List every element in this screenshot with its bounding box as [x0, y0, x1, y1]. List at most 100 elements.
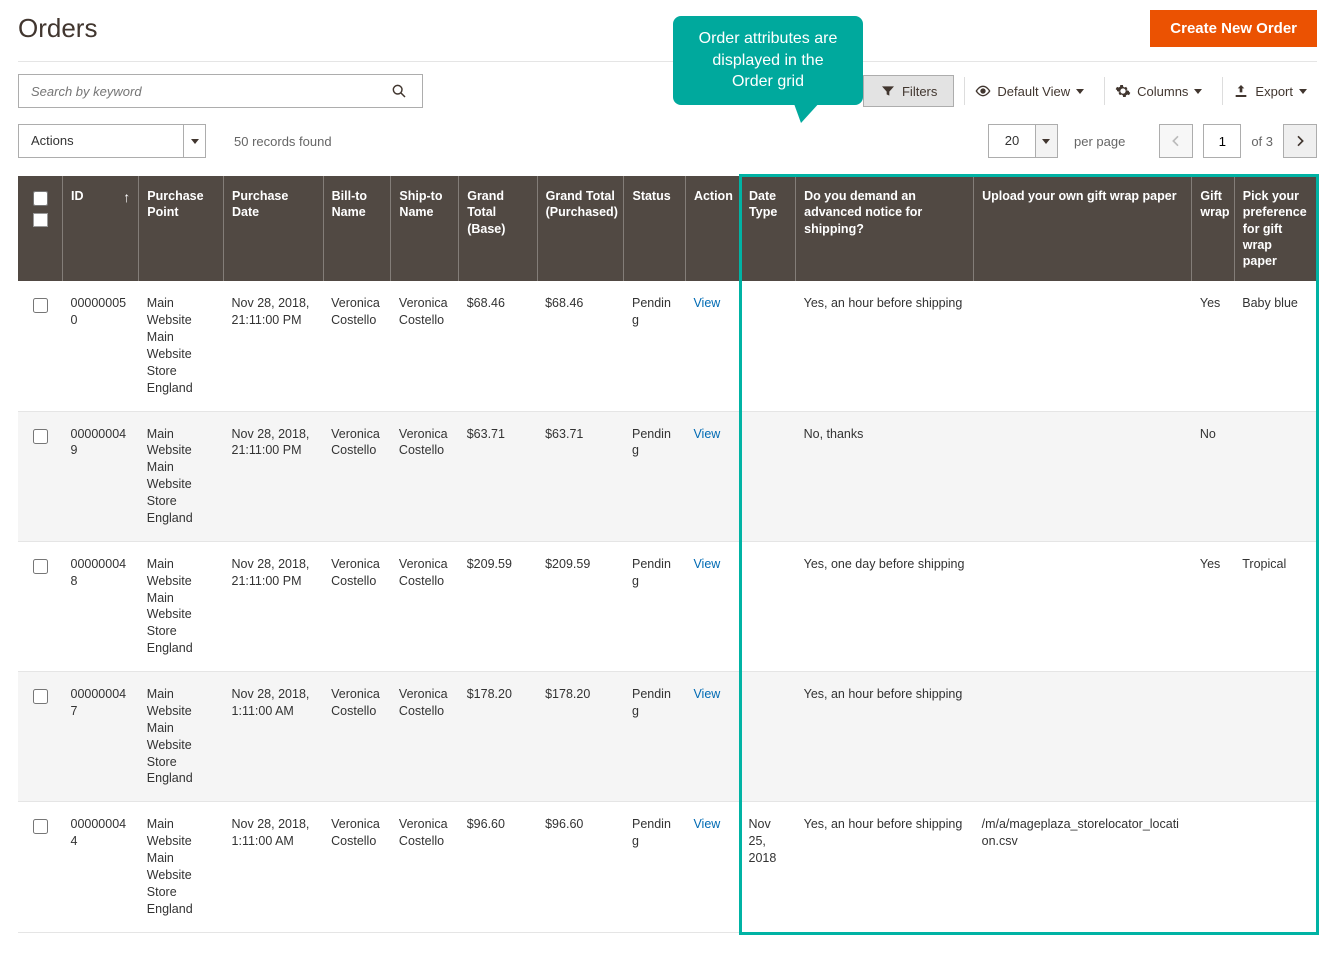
col-header-bill-to[interactable]: Bill-to Name [323, 176, 391, 281]
col-header-grand-total-base[interactable]: Grand Total (Base) [459, 176, 537, 281]
per-page-label: per page [1074, 134, 1125, 149]
table-row[interactable]: 000000047 Main Website Main Website Stor… [18, 672, 1317, 802]
row-checkbox[interactable] [33, 559, 48, 574]
table-row[interactable]: 000000048 Main Website Main Website Stor… [18, 541, 1317, 671]
cell-date-type [741, 541, 796, 671]
col-header-purchase-point[interactable]: Purchase Point [139, 176, 224, 281]
cell-advanced-notice: Yes, one day before shipping [796, 541, 974, 671]
chevron-right-icon [1292, 133, 1308, 149]
cell-status: Pending [624, 281, 685, 411]
filters-button[interactable]: Filters [863, 75, 954, 107]
cell-upload-wrap [974, 281, 1192, 411]
total-pages-text: of 3 [1251, 134, 1273, 149]
cell-purchase-date: Nov 28, 2018, 1:11:00 AM [224, 802, 324, 932]
col-header-status[interactable]: Status [624, 176, 685, 281]
create-new-order-button[interactable]: Create New Order [1150, 10, 1317, 47]
per-page-caret[interactable] [1035, 125, 1057, 157]
cell-gift-wrap: No [1192, 411, 1234, 541]
annotation-callout: Order attributes are displayed in the Or… [673, 16, 863, 105]
view-link[interactable]: View [693, 427, 720, 441]
export-icon [1233, 83, 1249, 99]
per-page-value: 20 [989, 125, 1035, 157]
funnel-icon [880, 83, 896, 99]
select-all-checkbox[interactable] [33, 191, 48, 206]
export-label: Export [1255, 84, 1293, 99]
cell-ship-to: Veronica Costello [391, 802, 459, 932]
chevron-down-icon [1194, 89, 1202, 94]
actions-dropdown-caret[interactable] [183, 125, 205, 157]
prev-page-button[interactable] [1159, 124, 1193, 158]
cell-bill-to: Veronica Costello [323, 411, 391, 541]
cell-purchase-date: Nov 28, 2018, 21:11:00 PM [224, 281, 324, 411]
table-row[interactable]: 000000050 Main Website Main Website Stor… [18, 281, 1317, 411]
page-number-input[interactable] [1203, 124, 1241, 158]
cell-upload-wrap: /m/a/mageplaza_storelocator_location.csv [974, 802, 1192, 932]
cell-ship-to: Veronica Costello [391, 411, 459, 541]
col-header-gift-wrap[interactable]: Gift wrap [1192, 176, 1234, 281]
default-view-button[interactable]: Default View [964, 77, 1094, 105]
cell-gift-wrap: Yes [1192, 281, 1234, 411]
chevron-down-icon [191, 139, 199, 144]
col-header-ship-to[interactable]: Ship-to Name [391, 176, 459, 281]
cell-grand-total-purchased: $63.71 [537, 411, 624, 541]
chevron-down-icon [1042, 139, 1050, 144]
export-button[interactable]: Export [1222, 77, 1317, 105]
cell-bill-to: Veronica Costello [323, 541, 391, 671]
cell-date-type [741, 281, 796, 411]
cell-advanced-notice: Yes, an hour before shipping [796, 802, 974, 932]
row-checkbox[interactable] [33, 689, 48, 704]
cell-grand-total-purchased: $209.59 [537, 541, 624, 671]
view-link[interactable]: View [693, 817, 720, 831]
view-link[interactable]: View [693, 687, 720, 701]
row-checkbox[interactable] [33, 298, 48, 313]
table-row[interactable]: 000000044 Main Website Main Website Stor… [18, 802, 1317, 932]
search-button[interactable] [376, 75, 422, 107]
cell-wrap-pref [1234, 411, 1317, 541]
orders-grid: ▾ ID↑ Purchase Point Purchase Date Bill-… [18, 176, 1317, 933]
per-page-select[interactable]: 20 [988, 124, 1058, 158]
columns-button[interactable]: Columns [1104, 77, 1212, 105]
col-header-id[interactable]: ID↑ [63, 176, 139, 281]
view-link[interactable]: View [693, 296, 720, 310]
default-view-label: Default View [997, 84, 1070, 99]
cell-status: Pending [624, 672, 685, 802]
cell-id: 000000048 [63, 541, 139, 671]
col-header-purchase-date[interactable]: Purchase Date [224, 176, 324, 281]
row-checkbox[interactable] [33, 429, 48, 444]
filters-label: Filters [902, 84, 937, 99]
col-header-wrap-pref[interactable]: Pick your preference for gift wrap paper [1234, 176, 1317, 281]
col-header-date-type[interactable]: Date Type [741, 176, 796, 281]
cell-upload-wrap [974, 411, 1192, 541]
cell-purchase-point: Main Website Main Website Store England [139, 672, 224, 802]
chevron-down-icon [1299, 89, 1307, 94]
cell-status: Pending [624, 802, 685, 932]
actions-dropdown[interactable]: Actions [18, 124, 206, 158]
cell-date-type [741, 411, 796, 541]
search-icon [391, 83, 407, 99]
cell-bill-to: Veronica Costello [323, 802, 391, 932]
col-header-advanced-notice[interactable]: Do you demand an advanced notice for shi… [796, 176, 974, 281]
cell-id: 000000047 [63, 672, 139, 802]
col-header-grand-total-purchased[interactable]: Grand Total (Purchased) [537, 176, 624, 281]
cell-gift-wrap [1192, 802, 1234, 932]
chevron-left-icon [1168, 133, 1184, 149]
col-header-checkbox[interactable]: ▾ [18, 176, 63, 281]
table-row[interactable]: 000000049 Main Website Main Website Stor… [18, 411, 1317, 541]
cell-wrap-pref [1234, 672, 1317, 802]
sort-arrow-icon: ↑ [123, 188, 130, 206]
eye-icon [975, 83, 991, 99]
cell-purchase-date: Nov 28, 2018, 21:11:00 PM [224, 541, 324, 671]
select-all-dropdown[interactable]: ▾ [33, 213, 48, 227]
next-page-button[interactable] [1283, 124, 1317, 158]
search-input[interactable] [19, 75, 376, 107]
col-header-action[interactable]: Action [685, 176, 740, 281]
view-link[interactable]: View [693, 557, 720, 571]
cell-grand-total-purchased: $96.60 [537, 802, 624, 932]
cell-grand-total-base: $68.46 [459, 281, 537, 411]
row-checkbox[interactable] [33, 819, 48, 834]
cell-ship-to: Veronica Costello [391, 672, 459, 802]
cell-date-type: Nov 25, 2018 [741, 802, 796, 932]
cell-grand-total-base: $63.71 [459, 411, 537, 541]
col-header-upload-wrap[interactable]: Upload your own gift wrap paper [974, 176, 1192, 281]
cell-purchase-date: Nov 28, 2018, 21:11:00 PM [224, 411, 324, 541]
